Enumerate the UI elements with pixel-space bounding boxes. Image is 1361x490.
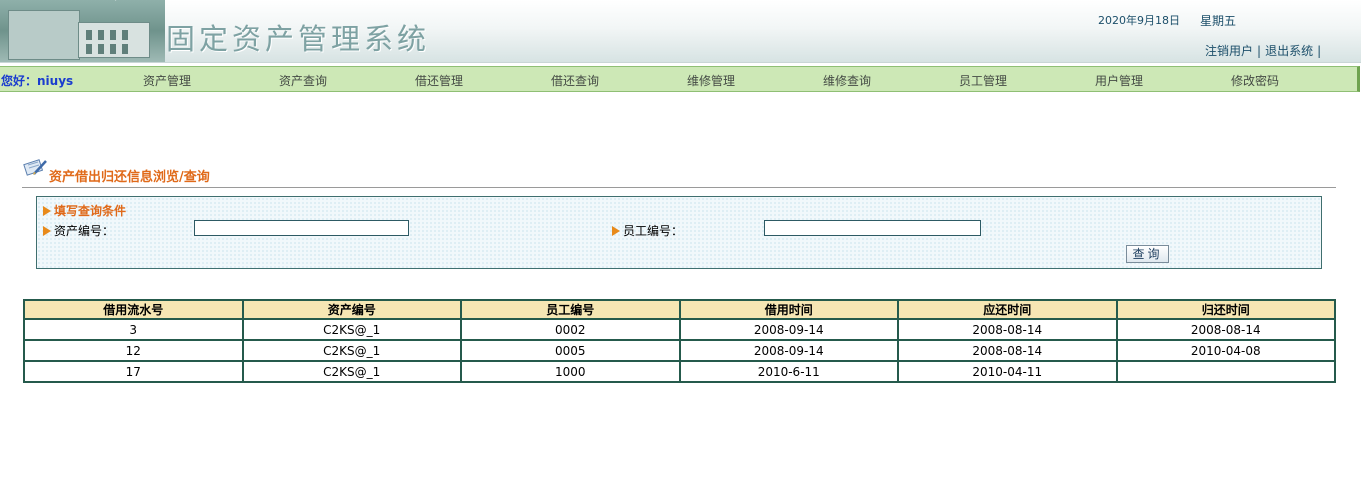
employee-number-label: 员工编号：: [612, 222, 683, 239]
loan-records-table: 借用流水号 资产编号 员工编号 借用时间 应还时间 归还时间 3 C2KS@_1…: [23, 299, 1336, 383]
nav-item-employee-management[interactable]: 员工管理: [959, 72, 1007, 89]
table-cell: 2010-6-11: [678, 360, 899, 383]
page-title: 资产借出归还信息浏览/查询: [49, 170, 210, 185]
table-header-row: 借用流水号 资产编号 员工编号 借用时间 应还时间 归还时间: [23, 299, 1336, 320]
column-header-borrow-time: 借用时间: [678, 299, 899, 320]
employee-number-label-text: 员工编号：: [623, 224, 684, 238]
table-cell: 17: [23, 360, 244, 383]
table-cell: C2KS@_1: [241, 339, 462, 362]
query-panel: 填写查询条件 资产编号： 员工编号： 查询: [36, 196, 1322, 269]
table-cell: 1000: [460, 360, 681, 383]
table-cell: 12: [23, 339, 244, 362]
asset-number-label-text: 资产编号：: [54, 224, 115, 238]
table-cell: 2008-08-14: [897, 318, 1118, 341]
nav-item-loan-query[interactable]: 借还查询: [551, 72, 599, 89]
link-separator: |: [1317, 44, 1322, 58]
column-header-due-time: 应还时间: [897, 299, 1118, 320]
asset-number-input[interactable]: [194, 220, 409, 236]
arrow-right-icon: [43, 206, 51, 216]
arrow-right-icon: [612, 226, 620, 236]
building-graphic: [8, 10, 80, 60]
main-nav: 您好：niuys 资产管理 资产查询 借还管理 借还查询 维修管理 维修查询 员…: [0, 66, 1360, 92]
nav-item-change-password[interactable]: 修改密码: [1231, 72, 1279, 89]
top-links: 注销用户 | 退出系统 |: [1205, 42, 1325, 59]
table-cell: 2010-04-08: [1115, 339, 1336, 362]
table-cell: 2008-08-14: [1115, 318, 1336, 341]
document-pen-icon: [23, 159, 47, 176]
employee-number-input[interactable]: [764, 220, 981, 236]
window-graphic: [86, 44, 92, 54]
table-cell: 2008-08-14: [897, 339, 1118, 362]
column-header-employee-number: 员工编号: [460, 299, 681, 320]
column-header-asset-number: 资产编号: [241, 299, 462, 320]
arrow-right-icon: [43, 226, 51, 236]
exit-system-link[interactable]: 退出系统: [1265, 44, 1313, 58]
title-divider: [22, 187, 1336, 188]
nav-item-user-management[interactable]: 用户管理: [1095, 72, 1143, 89]
user-greeting: 您好：niuys: [1, 74, 74, 88]
system-title: 固定资产管理系统: [166, 22, 431, 56]
table-cell: 2008-09-14: [678, 339, 899, 362]
window-graphic: [122, 44, 128, 54]
nav-item-repair-query[interactable]: 维修查询: [823, 72, 871, 89]
query-title-text: 填写查询条件: [54, 204, 127, 218]
table-row: 17 C2KS@_1 1000 2010-6-11 2010-04-11: [23, 360, 1336, 383]
window-graphic: [110, 44, 116, 54]
current-date: 2020年9月18日: [1098, 14, 1180, 27]
asset-number-label: 资产编号：: [43, 222, 114, 239]
table-cell: 2008-09-14: [678, 318, 899, 341]
current-weekday: 星期五: [1200, 14, 1237, 28]
table-cell: 0005: [460, 339, 681, 362]
query-panel-title: 填写查询条件: [43, 202, 126, 219]
logout-user-link[interactable]: 注销用户: [1205, 44, 1253, 58]
query-button[interactable]: 查询: [1126, 245, 1169, 263]
banner-logo-image: [0, 0, 165, 62]
nav-item-repair-management[interactable]: 维修管理: [687, 72, 735, 89]
table-cell: [1115, 360, 1336, 383]
nav-item-asset-query[interactable]: 资产查询: [279, 72, 327, 89]
table-row: 12 C2KS@_1 0005 2008-09-14 2008-08-14 20…: [23, 339, 1336, 362]
window-graphic: [98, 44, 104, 54]
column-header-serial: 借用流水号: [23, 299, 244, 320]
window-graphic: [98, 30, 104, 40]
table-cell: 2010-04-11: [897, 360, 1118, 383]
nav-item-asset-management[interactable]: 资产管理: [143, 72, 191, 89]
column-header-return-time: 归还时间: [1115, 299, 1336, 320]
nav-item-loan-management[interactable]: 借还管理: [415, 72, 463, 89]
window-graphic: [86, 30, 92, 40]
header: 固定资产管理系统 2020年9月18日 星期五 注销用户 | 退出系统 |: [0, 0, 1361, 63]
table-cell: 3: [23, 318, 244, 341]
table-cell: C2KS@_1: [241, 318, 462, 341]
table-row: 3 C2KS@_1 0002 2008-09-14 2008-08-14 200…: [23, 318, 1336, 341]
table-cell: 0002: [460, 318, 681, 341]
table-cell: C2KS@_1: [241, 360, 462, 383]
link-separator: |: [1257, 44, 1262, 58]
